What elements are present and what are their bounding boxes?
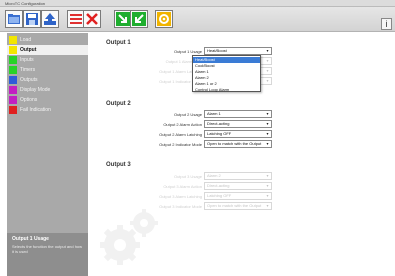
timers-color-icon (9, 66, 17, 74)
sidebar-item-label: Display Mode (20, 87, 51, 93)
select-value: Direct-acting (207, 183, 230, 188)
chevron-down-icon: ▾ (266, 173, 269, 178)
output-2-indicator-mode-select[interactable]: Open to match with the Output ▾ (204, 140, 272, 148)
sidebar-item-label: Outputs (20, 77, 38, 83)
section-title-output-2: Output 2 (106, 101, 131, 107)
chevron-down-icon: ▾ (266, 121, 269, 126)
field-row: Output 2 Indicator Mode Open to match wi… (133, 140, 273, 149)
chevron-down-icon: ▾ (266, 193, 269, 198)
dropdown-option[interactable]: Control Loop Alarm (193, 87, 260, 93)
gear-watermark-icon (100, 209, 158, 265)
field-label: Output 3 Alarm Action (163, 184, 202, 189)
sidebar-item-label: Fail Indication (20, 107, 51, 113)
display-mode-color-icon (9, 86, 17, 94)
toolbar: i (0, 7, 395, 32)
output-1-usage-dropdown-list: Heat/Boost Cool/Boost Alarm 1 Alarm 2 Al… (192, 55, 261, 92)
outputs-color-icon (9, 76, 17, 84)
chevron-down-icon: ▾ (266, 141, 269, 146)
field-row: Output 3 Alarm Action Direct-acting ▾ (133, 182, 273, 191)
clear-button[interactable] (83, 10, 101, 28)
help-button[interactable]: i (381, 18, 392, 30)
save-button[interactable] (23, 10, 41, 28)
help-panel-text: Selects the function the output and how … (12, 244, 83, 254)
field-row: Output 3 Usage Alarm 2 ▾ (133, 172, 273, 181)
download-icon (116, 12, 130, 26)
output-3-alarm-action-select[interactable]: Direct-acting ▾ (204, 182, 272, 190)
sidebar-item-label: Output (20, 47, 37, 53)
upload-icon (44, 13, 56, 25)
section-title-output-1: Output 1 (106, 40, 131, 46)
upload-button[interactable] (41, 10, 59, 28)
output-3-indicator-mode-select[interactable]: Open to match with the Output ▾ (204, 202, 272, 210)
chevron-down-icon: ▾ (266, 68, 269, 73)
field-row: Output 2 Alarm Action Direct-acting ▾ (133, 120, 273, 129)
settings-icon (157, 12, 171, 26)
save-icon (26, 13, 38, 25)
help-panel: Output 1 Usage Selects the function the … (7, 233, 88, 276)
field-label: Output 2 Alarm Action (163, 122, 202, 127)
select-value: Direct-acting (207, 121, 230, 126)
list-clear-icon (70, 14, 82, 24)
output-1-usage-select[interactable]: Heat/Boost ▾ (204, 47, 272, 55)
select-value: Latching OFF (207, 193, 232, 198)
field-row: Output 2 Alarm Latching Latching OFF ▾ (133, 130, 273, 139)
open-icon (8, 14, 20, 24)
chevron-down-icon: ▾ (266, 58, 269, 63)
output-2-alarm-action-select[interactable]: Direct-acting ▾ (204, 120, 272, 128)
sidebar-item-fail-indication[interactable]: Fail Indication (7, 105, 88, 115)
sidebar-item-output[interactable]: Output (7, 45, 88, 55)
sidebar-item-display-mode[interactable]: Display Mode (7, 85, 88, 95)
app-window: MicroTC Configuration i Load Output Inpu… (0, 0, 395, 276)
output-3-alarm-latching-select[interactable]: Latching OFF ▾ (204, 192, 272, 200)
field-row: Output 3 Alarm Latching Latching OFF ▾ (133, 192, 273, 201)
clear-icon (86, 13, 98, 25)
export-icon (132, 12, 146, 26)
field-label: Output 2 Indicator Mode (159, 142, 202, 147)
select-value: Open to match with the Output (207, 141, 262, 146)
chevron-down-icon: ▾ (266, 203, 269, 208)
chevron-down-icon: ▾ (266, 48, 269, 53)
select-value: Heat/Boost (207, 48, 227, 53)
chevron-down-icon: ▾ (266, 111, 269, 116)
chevron-down-icon: ▾ (266, 183, 269, 188)
sidebar-item-load[interactable]: Load (7, 35, 88, 45)
section-title-output-3: Output 3 (106, 162, 131, 168)
field-label: Output 2 Alarm Latching (159, 132, 202, 137)
options-color-icon (9, 96, 17, 104)
chevron-down-icon: ▾ (266, 78, 269, 83)
field-label: Output 2 Usage (173, 112, 202, 117)
field-label: Output 3 Usage (173, 174, 202, 179)
load-color-icon (9, 36, 17, 44)
open-button[interactable] (5, 10, 23, 28)
export-button[interactable] (130, 10, 148, 28)
window-title: MicroTC Configuration (5, 1, 46, 6)
sidebar-item-timers[interactable]: Timers (7, 65, 88, 75)
select-value: Alarm 2 (207, 173, 221, 178)
sidebar-item-outputs[interactable]: Outputs (7, 75, 88, 85)
sidebar-item-label: Load (20, 37, 32, 43)
select-value: Alarm 1 (207, 111, 221, 116)
sidebar-item-label: Options (20, 97, 38, 103)
inputs-color-icon (9, 56, 17, 64)
output-2-usage-select[interactable]: Alarm 1 ▾ (204, 110, 272, 118)
output-2-alarm-latching-select[interactable]: Latching OFF ▾ (204, 130, 272, 138)
sidebar: Load Output Inputs Timers Outputs Displa… (7, 33, 88, 276)
title-bar: MicroTC Configuration (0, 0, 395, 7)
select-value: Open to match with the Output (207, 203, 262, 208)
output-color-icon (9, 46, 17, 54)
sidebar-item-label: Inputs (20, 57, 34, 63)
field-row: Output 2 Usage Alarm 1 ▾ (133, 110, 273, 119)
main-panel: Output 1 Output 1 Usage Heat/Boost ▾ Outp… (88, 33, 395, 276)
fail-indication-color-icon (9, 106, 17, 114)
field-label: Output 3 Alarm Latching (159, 194, 202, 199)
sidebar-item-inputs[interactable]: Inputs (7, 55, 88, 65)
output-3-usage-select[interactable]: Alarm 2 ▾ (204, 172, 272, 180)
chevron-down-icon: ▾ (266, 131, 269, 136)
help-panel-title: Output 1 Usage (12, 236, 49, 242)
sidebar-item-options[interactable]: Options (7, 95, 88, 105)
sidebar-item-label: Timers (20, 67, 36, 73)
select-value: Latching OFF (207, 131, 232, 136)
settings-button[interactable] (155, 10, 173, 28)
